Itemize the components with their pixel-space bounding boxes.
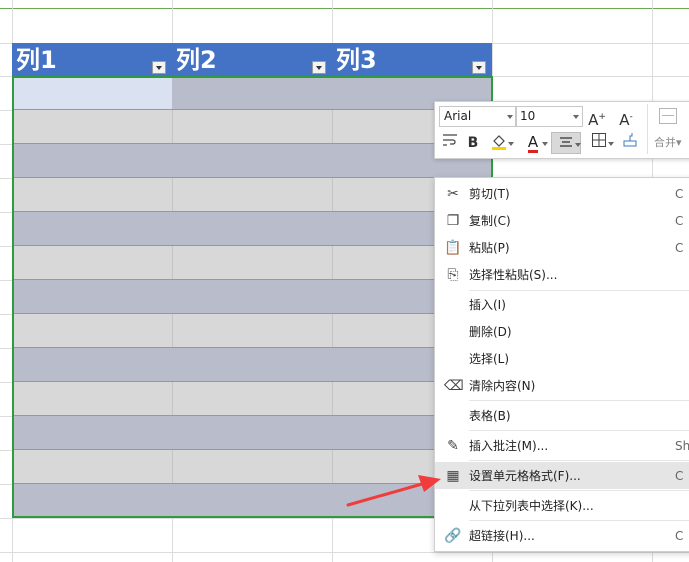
annotation-arrow — [346, 475, 441, 507]
